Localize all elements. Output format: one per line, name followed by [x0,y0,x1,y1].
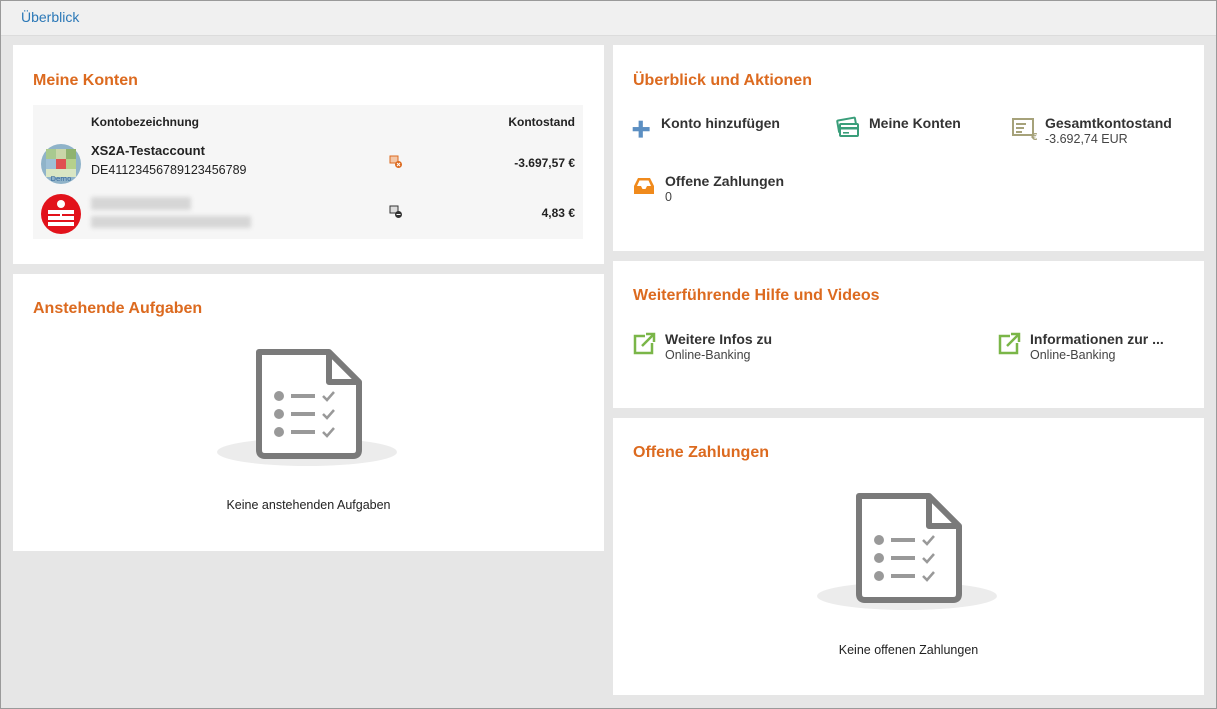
sync-error-icon [389,155,402,168]
inbox-icon [634,178,654,194]
total-balance-label: Gesamtkontostand [1045,115,1172,131]
top-bar: Überblick [1,1,1216,36]
empty-document-illustration [207,346,407,476]
account-balance: 4,83 € [541,206,575,220]
my-accounts-action[interactable]: Meine Konten [835,115,961,141]
empty-payments-text: Keine offenen Zahlungen [838,643,979,657]
my-accounts-label: Meine Konten [869,115,961,131]
help-videos-title: Weiterführende Hilfe und Videos [633,287,880,304]
account-row[interactable]: 4,83 € [33,191,583,237]
cards-icon [836,116,859,137]
pending-tasks-title: Anstehende Aufgaben [33,300,203,317]
breadcrumb-overview-link[interactable]: Überblick [21,9,79,25]
open-payments-count: 0 [665,190,672,204]
empty-tasks-text: Keine anstehenden Aufgaben [226,498,391,512]
open-payments-panel: Offene Zahlungen Keine offenen Zahlungen [613,418,1204,695]
add-account-label: Konto hinzufügen [661,115,780,131]
account-name: XS2A-Testaccount [91,143,205,158]
add-account-action[interactable]: Konto hinzufügen [631,115,780,141]
demo-bank-logo: Demo [41,144,81,184]
open-payments-label: Offene Zahlungen [665,173,784,189]
document-checklist-icon [817,493,997,610]
account-row[interactable]: Demo XS2A-Testaccount DE4112345678912345… [33,141,583,187]
external-link-icon [633,332,656,355]
account-iban-redacted [91,216,251,228]
help-link-sub: Online-Banking [665,348,751,362]
total-balance-action[interactable]: € Gesamtkontostand -3.692,74 EUR [1011,115,1172,146]
svg-text:€: € [1030,132,1037,141]
overview-actions-title: Überblick und Aktionen [633,72,812,89]
help-link-sub: Online-Banking [1030,348,1116,362]
external-link-icon [998,332,1021,355]
accounts-table: Kontobezeichnung Kontostand Demo XS2A-Te… [33,105,583,239]
account-balance: -3.697,57 € [514,156,575,170]
account-name-redacted [91,197,191,210]
sync-ok-icon [389,205,402,218]
help-link-label: Weitere Infos zu [665,331,773,347]
sparkasse-logo [41,194,81,234]
column-header-name: Kontobezeichnung [91,115,199,129]
svg-text:Demo: Demo [51,175,72,183]
open-payments-title: Offene Zahlungen [633,444,769,461]
balance-icon: € [1012,118,1037,141]
help-link-online-banking-information[interactable]: Informationen zur ... Online-Banking [996,331,1164,362]
pending-tasks-panel: Anstehende Aufgaben Keine anstehenden Au… [13,274,604,551]
my-accounts-panel: Meine Konten Kontobezeichnung Kontostand… [13,45,604,264]
column-header-balance: Kontostand [508,115,575,129]
open-payments-action[interactable]: Offene Zahlungen 0 [631,173,784,204]
help-link-label: Informationen zur ... [1030,331,1164,347]
total-balance-value: -3.692,74 EUR [1045,132,1128,146]
overview-actions-panel: Überblick und Aktionen Konto hinzufügen … [613,45,1204,251]
account-iban: DE41123456789123456789 [91,163,247,177]
help-videos-panel: Weiterführende Hilfe und Videos Weitere … [613,261,1204,408]
plus-icon [632,120,650,138]
empty-document-illustration [807,490,1007,620]
my-accounts-title: Meine Konten [33,72,138,89]
document-checklist-icon [217,349,397,466]
help-link-online-banking-info[interactable]: Weitere Infos zu Online-Banking [631,331,772,362]
